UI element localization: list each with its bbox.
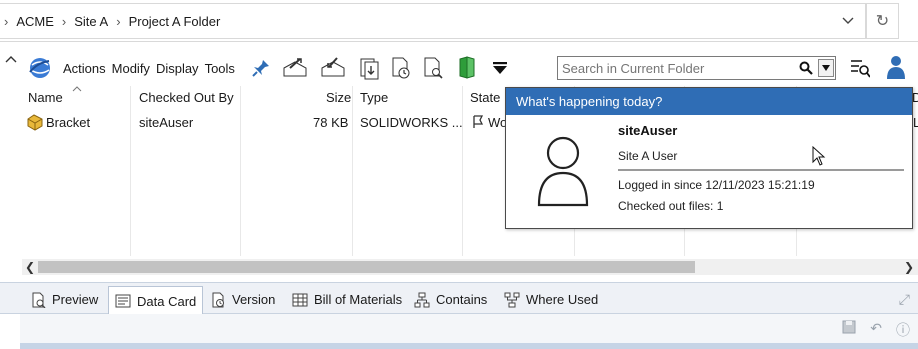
breadcrumb-item-site-a[interactable]: Site A	[74, 14, 112, 29]
popup-header: What's happening today?	[506, 88, 912, 115]
row-extra: L	[913, 115, 918, 130]
mouse-cursor-icon	[812, 146, 826, 166]
scrollbar-thumb[interactable]	[38, 261, 695, 273]
chevron-right-icon: ›	[4, 13, 9, 29]
expand-icon[interactable]: ⤢	[899, 291, 910, 308]
check-out-icon[interactable]	[278, 54, 312, 82]
menu-display[interactable]: Display	[153, 61, 202, 76]
user-icon[interactable]	[886, 54, 906, 83]
horizontal-scrollbar[interactable]	[22, 259, 918, 275]
tab-contains[interactable]: Contains	[408, 287, 493, 312]
workflow-state-icon	[473, 115, 484, 128]
search-icon[interactable]	[799, 61, 813, 75]
tab-data-card[interactable]: Data Card	[108, 286, 204, 315]
tab-label: Data Card	[137, 293, 197, 309]
globe-icon[interactable]	[26, 54, 54, 82]
menu-actions[interactable]: Actions	[60, 61, 109, 76]
chevron-right-icon: ›	[61, 13, 67, 29]
get-latest-icon[interactable]	[354, 54, 384, 82]
search-document-icon[interactable]	[418, 54, 448, 82]
tab-bill-of-materials[interactable]: Bill of Materials	[286, 287, 408, 312]
breadcrumb-bar: › ACME › Site A › Project A Folder ↻	[0, 0, 918, 42]
scroll-right-icon[interactable]: ❯	[901, 259, 917, 275]
menu-tools[interactable]: Tools	[202, 61, 238, 76]
filter-icon[interactable]	[488, 54, 512, 82]
bom-icon	[292, 292, 308, 308]
undo-icon[interactable]: ↶	[870, 320, 882, 340]
tab-label: Bill of Materials	[314, 292, 403, 307]
collapse-chevron-icon[interactable]	[4, 53, 18, 67]
column-header-state[interactable]: State	[470, 90, 500, 105]
breadcrumb[interactable]: › ACME › Site A › Project A Folder	[0, 3, 866, 39]
popup-username: siteAuser	[618, 123, 678, 138]
tab-version[interactable]: Version	[204, 287, 281, 312]
row-size: 78 KB	[313, 115, 349, 130]
row-type: SOLIDWORKS ...	[360, 115, 463, 130]
search-box	[557, 56, 836, 80]
check-in-icon[interactable]	[316, 54, 350, 82]
tab-label: Preview	[52, 292, 99, 307]
divider	[618, 169, 904, 171]
part-file-icon	[27, 114, 43, 131]
detail-tabs-bar: Preview Data Card Version Bill of Materi…	[0, 282, 918, 315]
popup-checked-out-files: Checked out files: 1	[618, 199, 724, 213]
pin-icon[interactable]	[248, 54, 274, 82]
column-header-checked-out-by[interactable]: Checked Out By	[139, 90, 234, 105]
chevron-right-icon: ›	[116, 13, 121, 29]
caret-down-icon	[822, 65, 830, 71]
search-input[interactable]	[562, 60, 792, 76]
popup-logged-in: Logged in since 12/11/2023 15:21:19	[618, 178, 815, 192]
contains-icon	[414, 292, 430, 308]
help-icon[interactable]: ⓘ	[896, 320, 910, 340]
search-dropdown-button[interactable]	[818, 59, 834, 77]
user-info-popup: What's happening today? siteAuser Site A…	[505, 87, 913, 229]
chevron-down-icon[interactable]	[841, 13, 855, 27]
sort-ascending-icon	[72, 86, 82, 92]
version-icon	[210, 292, 226, 308]
data-card-actions: ↶ ⓘ	[842, 320, 910, 340]
history-icon[interactable]	[386, 54, 416, 82]
refresh-button[interactable]: ↻	[866, 3, 899, 39]
breadcrumb-item-project-a-folder[interactable]: Project A Folder	[129, 14, 225, 29]
popup-role: Site A User	[618, 149, 678, 163]
toolbar: Actions Modify Display Tools	[0, 50, 918, 86]
tab-label: Contains	[436, 292, 488, 307]
where-used-icon	[504, 292, 520, 308]
scroll-left-icon[interactable]: ❮	[22, 259, 38, 275]
preview-icon	[30, 292, 46, 308]
breadcrumb-item-acme[interactable]: ACME	[16, 14, 58, 29]
save-icon[interactable]	[842, 320, 856, 340]
column-header-size[interactable]: Size	[326, 90, 351, 105]
menu-modify[interactable]: Modify	[109, 61, 153, 76]
tab-preview[interactable]: Preview	[24, 287, 104, 312]
column-header-name[interactable]: Name	[28, 90, 63, 105]
avatar	[537, 136, 589, 207]
column-header-type[interactable]: Type	[360, 90, 388, 105]
refresh-icon: ↻	[875, 13, 890, 30]
row-checked-out-by: siteAuser	[139, 115, 194, 130]
panel-accent-strip	[20, 343, 918, 349]
row-name: Bracket	[46, 115, 91, 130]
change-state-icon[interactable]	[452, 54, 482, 82]
search-results-icon[interactable]	[850, 58, 871, 81]
data-card-icon	[115, 293, 131, 309]
tab-label: Where Used	[526, 292, 599, 307]
tab-label: Version	[232, 292, 276, 307]
tab-where-used[interactable]: Where Used	[498, 287, 604, 312]
